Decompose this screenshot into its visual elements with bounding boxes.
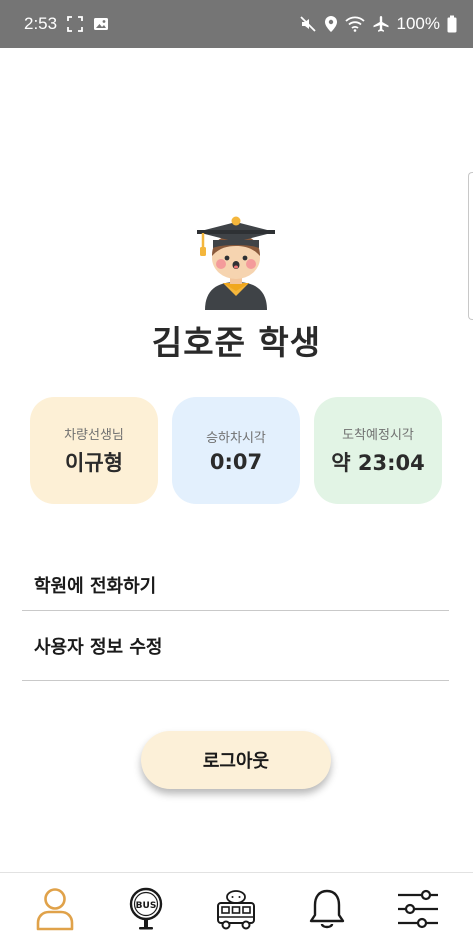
call-academy-item[interactable]: 학원에 전화하기: [22, 551, 449, 611]
nav-notifications[interactable]: [297, 879, 357, 939]
status-bar: 2:53 100%: [0, 0, 473, 48]
status-time: 2:53: [24, 14, 58, 33]
bus-sign-text: BUS: [136, 901, 157, 911]
student-avatar: [193, 214, 279, 312]
nav-settings[interactable]: [388, 879, 448, 939]
arrival-time-card: 도착예정시각 약 23:04: [314, 397, 442, 504]
wifi-icon: [344, 16, 365, 32]
bottom-nav: BUS: [0, 872, 473, 945]
logout-button[interactable]: 로그아웃: [141, 731, 331, 789]
driver-name: 이규형: [65, 451, 123, 475]
location-icon: [324, 15, 338, 33]
edge-panel-handle[interactable]: [468, 172, 473, 320]
image-icon: [93, 16, 109, 32]
boarding-time-value: 0:07: [209, 450, 263, 474]
arrival-time-value: 약 23:04: [331, 451, 425, 475]
mute-icon: [299, 15, 317, 33]
sliders-icon: [397, 889, 438, 929]
battery-percentage: 100%: [396, 14, 440, 33]
user-icon: [36, 888, 74, 931]
school-bus-icon: [217, 890, 256, 930]
screenshot-icon: [67, 16, 83, 32]
battery-icon: [447, 15, 457, 33]
driver-label: 차량선생님: [64, 428, 124, 443]
nav-bus-stop[interactable]: BUS: [116, 879, 176, 939]
airplane-icon: [372, 15, 390, 33]
nav-profile[interactable]: [25, 879, 85, 939]
driver-card: 차량선생님 이규형: [30, 397, 158, 504]
boarding-time-card: 승하차시각 0:07: [172, 397, 300, 504]
graduate-student-avatar-icon: [197, 216, 275, 310]
edit-user-info-item[interactable]: 사용자 정보 수정: [22, 611, 449, 681]
bus-stop-sign-icon: BUS: [129, 887, 163, 930]
student-name: 김호준 학생: [151, 323, 322, 362]
nav-school-bus[interactable]: [206, 879, 266, 939]
arrival-time-label: 도착예정시각: [342, 428, 414, 443]
bell-icon: [309, 889, 345, 929]
boarding-time-label: 승하차시각: [206, 431, 266, 446]
